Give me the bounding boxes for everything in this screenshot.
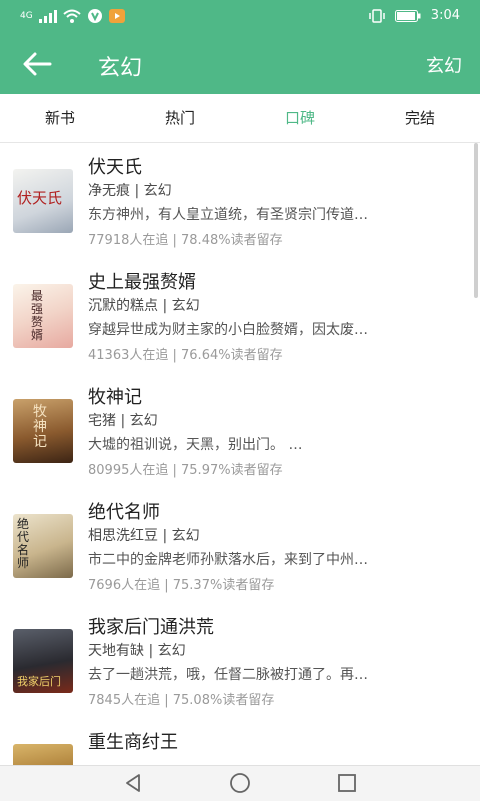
book-author: 宅猪: [88, 413, 116, 429]
nav-back-icon[interactable]: [122, 772, 144, 794]
retention-rate: 75.37%读者留存: [172, 578, 275, 593]
book-item[interactable]: 伏天氏 伏天氏 净无痕 | 玄幻 东方神州，有人皇立道统，有圣贤宗门传道… 77…: [0, 143, 480, 259]
tab-hot[interactable]: 热门: [120, 94, 240, 142]
book-title: 伏天氏: [88, 157, 142, 178]
book-stats: 7845人在追 | 75.08%读者留存: [88, 693, 275, 708]
tab-bar: 新书 热门 口碑 完结: [0, 94, 480, 143]
book-item[interactable]: 我家后门 我家后门通洪荒 天地有缺 | 玄幻 去了一趟洪荒，哦，任督二脉被打通了…: [0, 603, 480, 719]
book-description: 市二中的金牌老师孙默落水后，来到了中州…: [88, 552, 368, 568]
retention-rate: 78.48%读者留存: [181, 233, 283, 248]
scrollbar[interactable]: [474, 143, 478, 298]
cover-text: 牧神记: [33, 404, 47, 450]
book-meta: 沉默的糕点 | 玄幻: [88, 298, 200, 314]
book-genre: 玄幻: [171, 298, 200, 314]
book-stats: 41363人在追 | 76.64%读者留存: [88, 348, 283, 363]
book-meta: 天地有缺 | 玄幻: [88, 643, 186, 659]
book-stats: 7696人在追 | 75.37%读者留存: [88, 578, 275, 593]
book-author: 净无痕: [88, 183, 130, 199]
book-meta: 净无痕 | 玄幻: [88, 183, 172, 199]
page-title: 玄幻: [98, 56, 143, 81]
battery-icon: [394, 9, 421, 22]
book-item[interactable]: 绝代名师 绝代名师 相思洗红豆 | 玄幻 市二中的金牌老师孙默落水后，来到了中州…: [0, 488, 480, 604]
followers-count: 80995人在追: [88, 463, 169, 478]
retention-rate: 75.97%读者留存: [181, 463, 283, 478]
category-button[interactable]: 玄幻: [426, 52, 462, 78]
followers-count: 41363人在追: [88, 348, 169, 363]
book-author: 相思洗红豆: [88, 528, 158, 544]
nav-home-icon[interactable]: [229, 772, 251, 794]
book-stats: 80995人在追 | 75.97%读者留存: [88, 463, 283, 478]
signal-icon: [38, 9, 57, 23]
tab-reputation[interactable]: 口碑: [240, 94, 360, 142]
book-cover: 伏天氏: [13, 169, 73, 233]
video-app-icon: [108, 9, 125, 23]
book-cover: 牧神记: [13, 399, 73, 463]
book-author: 沉默的糕点: [88, 298, 158, 314]
cover-text: 伏天氏: [17, 189, 63, 207]
wifi-icon: [63, 9, 81, 23]
book-description: 穿越异世成为财主家的小白脸赘婿，因太废…: [88, 322, 368, 338]
book-title: 绝代名师: [88, 502, 160, 523]
book-title: 重生商纣王: [88, 732, 178, 753]
followers-count: 7696人在追: [88, 578, 161, 593]
book-cover: 我家后门: [13, 629, 73, 693]
book-item[interactable]: 重生商纣王: [0, 718, 480, 765]
retention-rate: 75.08%读者留存: [172, 693, 275, 708]
clock: 3:04: [430, 8, 460, 23]
system-nav-bar: [0, 765, 480, 801]
status-left: 4G: [20, 8, 125, 24]
cover-text: 绝代名师: [17, 517, 30, 570]
book-genre: 玄幻: [157, 643, 186, 659]
signal-label: 4G: [20, 11, 33, 21]
book-cover: 绝代名师: [13, 514, 73, 578]
book-description: 大墟的祖训说，天黑，别出门。 …: [88, 437, 303, 453]
book-cover: 最强赘婿: [13, 284, 73, 348]
book-meta: 宅猪 | 玄幻: [88, 413, 158, 429]
book-stats: 77918人在追 | 78.48%读者留存: [88, 233, 283, 248]
book-cover: [13, 744, 73, 765]
cover-text: 最强赘婿: [31, 289, 44, 342]
book-title: 我家后门通洪荒: [88, 617, 214, 638]
app-bar: 玄幻 玄幻: [0, 34, 480, 94]
book-description: 东方神州，有人皇立道统，有圣贤宗门传道…: [88, 207, 368, 223]
tab-new[interactable]: 新书: [0, 94, 120, 142]
nav-recents-icon[interactable]: [336, 772, 358, 794]
book-list: 伏天氏 伏天氏 净无痕 | 玄幻 东方神州，有人皇立道统，有圣贤宗门传道… 77…: [0, 143, 480, 765]
book-item[interactable]: 最强赘婿 史上最强赘婿 沉默的糕点 | 玄幻 穿越异世成为财主家的小白脸赘婿，因…: [0, 258, 480, 374]
book-description: 去了一趟洪荒，哦，任督二脉被打通了。再…: [88, 667, 368, 683]
followers-count: 7845人在追: [88, 693, 161, 708]
back-arrow-icon[interactable]: [20, 48, 54, 80]
retention-rate: 76.64%读者留存: [181, 348, 283, 363]
book-title: 史上最强赘婿: [88, 272, 196, 293]
book-meta: 相思洗红豆 | 玄幻: [88, 528, 200, 544]
cover-text: 我家后门: [17, 675, 61, 688]
book-genre: 玄幻: [171, 528, 200, 544]
book-title: 牧神记: [88, 387, 142, 408]
book-author: 天地有缺: [88, 643, 144, 659]
tab-completed[interactable]: 完结: [360, 94, 480, 142]
status-right: 3:04: [369, 8, 460, 23]
app-notification-icon: [87, 9, 102, 23]
vibrate-icon: [369, 8, 385, 23]
followers-count: 77918人在追: [88, 233, 169, 248]
status-bar: 4G 3:04: [0, 0, 480, 34]
book-genre: 玄幻: [129, 413, 158, 429]
book-item[interactable]: 牧神记 牧神记 宅猪 | 玄幻 大墟的祖训说，天黑，别出门。 … 80995人在…: [0, 373, 480, 489]
book-genre: 玄幻: [143, 183, 172, 199]
